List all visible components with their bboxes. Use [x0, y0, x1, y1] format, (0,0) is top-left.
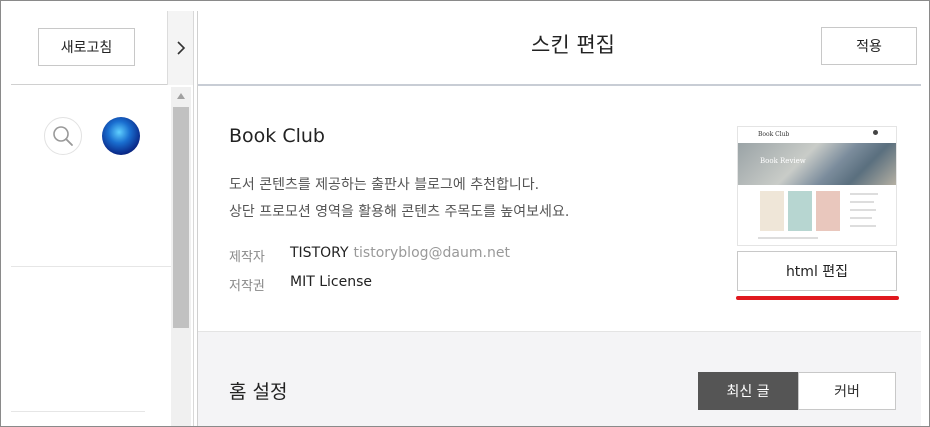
thumbnail-hero-text: Book Review: [760, 157, 806, 165]
author-name: TISTORY: [290, 245, 349, 261]
highlight-underline: [736, 296, 899, 300]
skin-description: 도서 콘텐츠를 제공하는 출판사 블로그에 추천합니다.: [229, 177, 540, 193]
divider: [11, 84, 171, 85]
thumbnail-line: [850, 225, 876, 227]
home-settings-title: 홈 설정: [229, 381, 288, 403]
skin-thumbnail: Book Club Book Review: [737, 126, 897, 246]
html-edit-button[interactable]: html 편집: [737, 251, 897, 291]
header-divider: [198, 84, 921, 86]
preview-scrollbar[interactable]: [171, 87, 191, 426]
collapse-toggle-button[interactable]: [167, 11, 194, 85]
thumbnail-site-title: Book Club: [758, 131, 790, 138]
home-option-recent-posts[interactable]: 최신 글: [698, 372, 798, 410]
thumbnail-line: [850, 217, 872, 219]
home-option-cover[interactable]: 커버: [798, 372, 896, 410]
right-margin: [921, 85, 929, 426]
skin-name: Book Club: [229, 125, 325, 147]
thumbnail-line: [850, 209, 876, 211]
license-label: 저작권: [229, 279, 265, 294]
preview-panel: 새로고침: [1, 1, 171, 426]
thumbnail-card: [788, 191, 812, 231]
divider: [11, 411, 145, 412]
thumbnail-line: [850, 201, 874, 203]
author-email: tistoryblog@daum.net: [353, 245, 510, 261]
author-label: 제작자: [229, 250, 265, 265]
apply-button[interactable]: 적용: [821, 27, 917, 65]
thumbnail-card: [816, 191, 840, 231]
scroll-thumb[interactable]: [173, 107, 189, 328]
refresh-button[interactable]: 새로고침: [38, 28, 135, 66]
divider: [11, 266, 171, 267]
skin-description: 상단 프로모션 영역을 활용해 콘텐츠 주목도를 높여보세요.: [229, 204, 570, 220]
author-value: TISTORY tistoryblog@daum.net: [290, 245, 510, 261]
home-settings-section: 홈 설정 최신 글 커버: [198, 331, 921, 426]
thumbnail-line: [850, 193, 878, 195]
license-value: MIT License: [290, 274, 372, 290]
chevron-right-icon: [177, 41, 186, 55]
thumbnail-line: [758, 237, 818, 239]
skin-editor-window: 새로고침 스킨 편집 적용 Book Club 도서 콘텐츠를 제공하는 출판사…: [0, 0, 930, 427]
thumbnail-dot: [873, 130, 878, 135]
scroll-up-arrow-icon[interactable]: [171, 87, 191, 105]
panel-border: [193, 11, 194, 426]
search-icon: [53, 126, 73, 146]
avatar[interactable]: [102, 117, 140, 155]
search-button[interactable]: [44, 117, 82, 155]
thumbnail-card: [760, 191, 784, 231]
